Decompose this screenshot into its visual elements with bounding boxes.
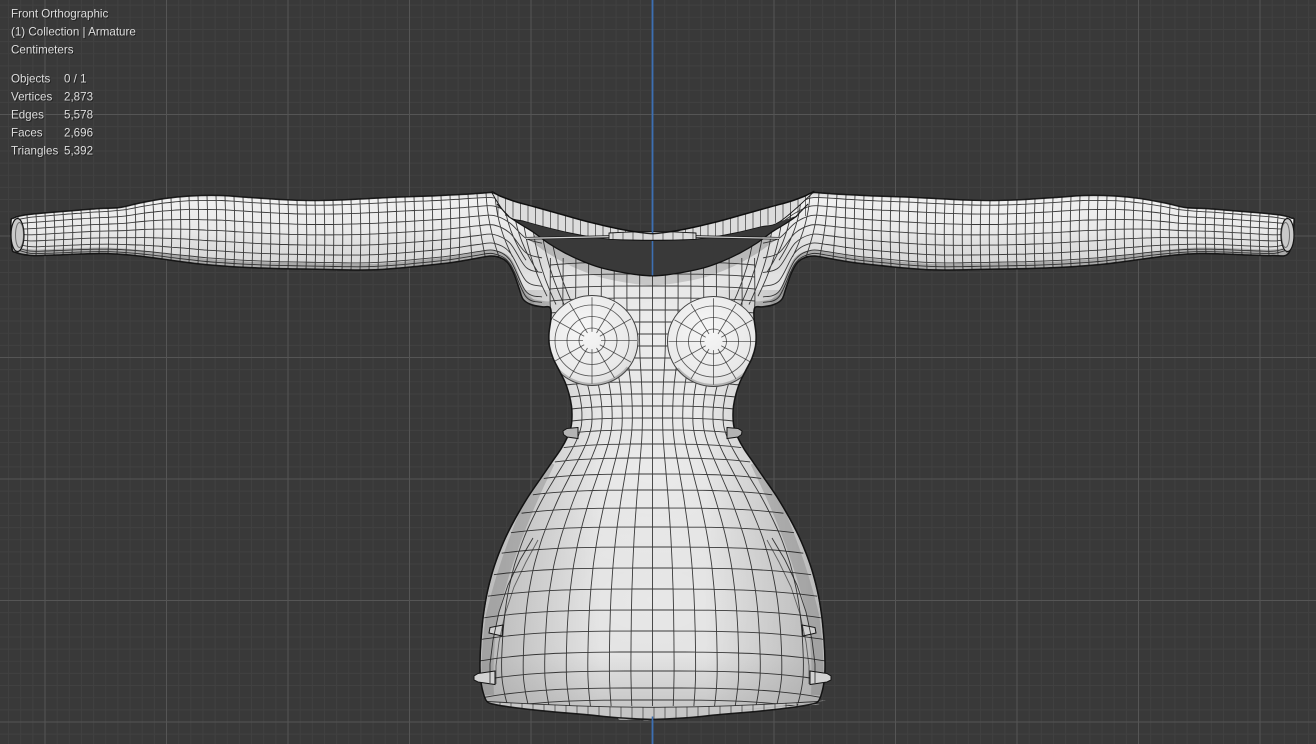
svg-text:0 / 1: 0 / 1 (64, 73, 87, 86)
svg-text:Objects: Objects (11, 73, 51, 86)
svg-text:5,392: 5,392 (64, 145, 93, 158)
svg-text:Triangles: Triangles (11, 145, 58, 158)
svg-text:Front Orthographic: Front Orthographic (11, 8, 109, 21)
svg-text:Vertices: Vertices (11, 91, 52, 104)
svg-text:2,873: 2,873 (64, 91, 93, 104)
svg-text:Edges: Edges (11, 109, 44, 122)
svg-text:Centimeters: Centimeters (11, 44, 74, 57)
svg-text:2,696: 2,696 (64, 127, 93, 140)
svg-text:5,578: 5,578 (64, 109, 93, 122)
svg-text:(1) Collection | Armature: (1) Collection | Armature (11, 26, 136, 39)
svg-text:Faces: Faces (11, 127, 43, 140)
